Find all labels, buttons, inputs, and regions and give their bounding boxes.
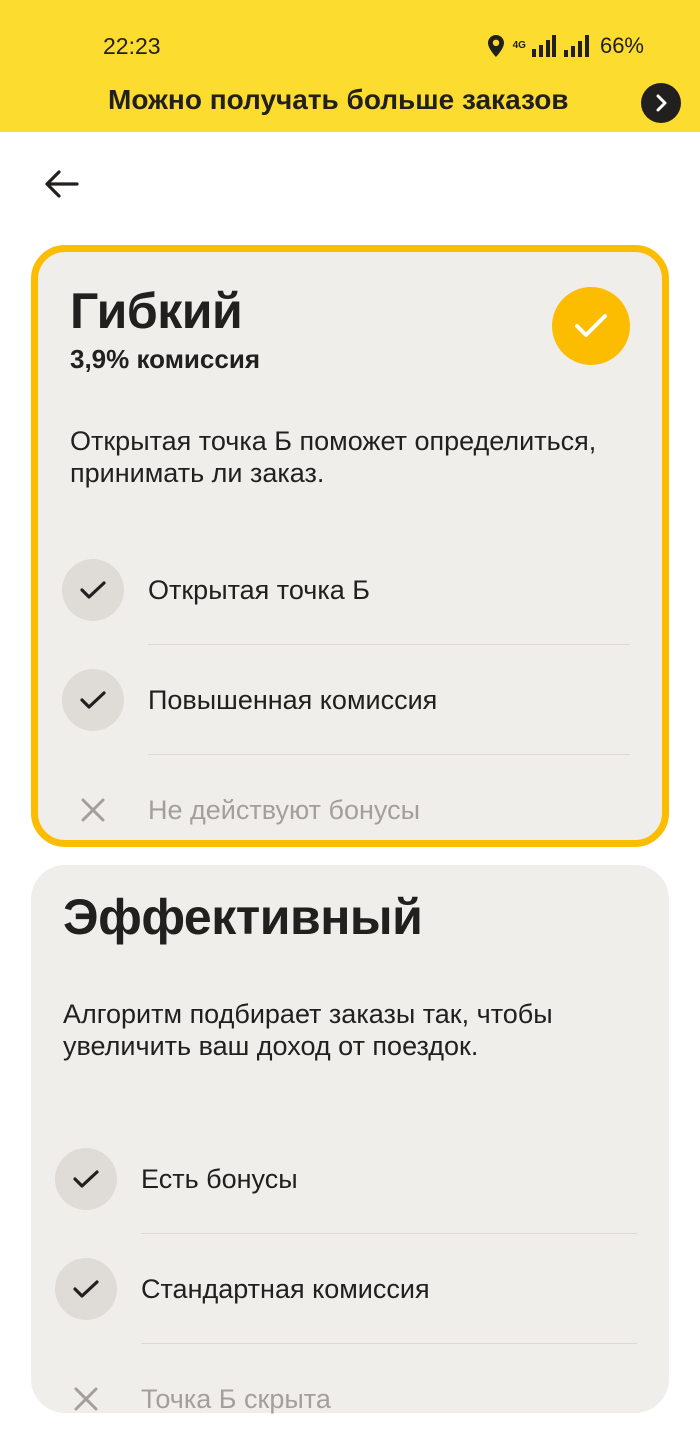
feature-item: Есть бонусы bbox=[55, 1124, 637, 1234]
feature-label: Повышенная комиссия bbox=[148, 684, 438, 715]
top-header: 22:23 4G 66% Можно получать больше заказ… bbox=[0, 0, 700, 132]
battery-level: 66% bbox=[599, 33, 644, 58]
feature-label: Точка Б скрыта bbox=[141, 1383, 331, 1414]
mode-card-efficient[interactable]: Эффективный Алгоритм подбирает заказы та… bbox=[31, 865, 669, 1414]
back-button[interactable] bbox=[36, 160, 88, 208]
feature-label: Не действуют бонусы bbox=[148, 794, 421, 825]
selected-check-icon bbox=[552, 287, 630, 365]
mobile-data-icon bbox=[530, 35, 556, 57]
feature-label: Есть бонусы bbox=[141, 1163, 298, 1194]
check-icon bbox=[62, 559, 124, 621]
feature-item: Точка Б скрыта bbox=[55, 1344, 637, 1454]
banner-text[interactable]: Можно получать больше заказов bbox=[108, 84, 569, 116]
arrow-left-icon bbox=[45, 170, 79, 198]
network-type: 4G bbox=[512, 40, 526, 51]
check-icon bbox=[62, 669, 124, 731]
mode-title: Эффективный bbox=[63, 889, 423, 945]
mode-title: Гибкий bbox=[70, 283, 243, 339]
location-icon bbox=[487, 34, 505, 58]
feature-label: Стандартная комиссия bbox=[141, 1273, 430, 1304]
status-time: 22:23 bbox=[103, 33, 161, 59]
feature-list: Есть бонусы Стандартная комиссия Точка Б… bbox=[55, 1124, 637, 1454]
check-icon bbox=[55, 1148, 117, 1210]
cross-icon bbox=[62, 779, 124, 841]
chevron-right-icon[interactable] bbox=[641, 83, 681, 123]
check-icon bbox=[55, 1258, 117, 1320]
feature-item: Не действуют бонусы bbox=[62, 755, 630, 865]
feature-item: Повышенная комиссия bbox=[62, 645, 630, 755]
feature-item: Стандартная комиссия bbox=[55, 1234, 637, 1344]
mode-description: Алгоритм подбирает заказы так, чтобы уве… bbox=[63, 999, 553, 1061]
feature-item: Открытая точка Б bbox=[62, 535, 630, 645]
feature-list: Открытая точка Б Повышенная комиссия Не … bbox=[62, 535, 630, 865]
cross-icon bbox=[55, 1368, 117, 1430]
signal-icon bbox=[563, 35, 592, 57]
mode-card-flexible[interactable]: Гибкий 3,9% комиссия Открытая точка Б по… bbox=[31, 245, 669, 847]
feature-label: Открытая точка Б bbox=[148, 574, 370, 605]
status-icons: 4G 66% bbox=[487, 32, 644, 60]
mode-description: Открытая точка Б поможет определиться, п… bbox=[70, 426, 597, 488]
mode-commission: 3,9% комиссия bbox=[70, 344, 260, 374]
